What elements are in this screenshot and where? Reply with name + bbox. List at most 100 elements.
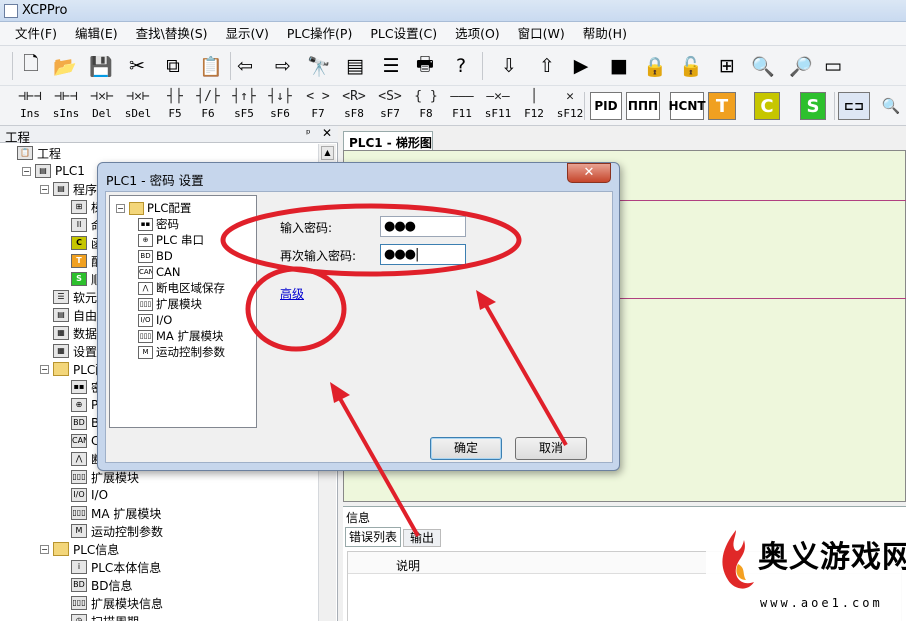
tree-item[interactable]: 📋 工程 (4, 144, 61, 162)
menu-item[interactable]: 选项(O) (446, 22, 509, 46)
new-file-icon[interactable]: 🗋 (16, 51, 46, 81)
pin-icon[interactable]: ᵖ (306, 127, 311, 140)
config-item-label: CAN (156, 265, 181, 279)
config-tree-item[interactable]: ⊕ PLC 串口 (138, 232, 204, 248)
help-icon[interactable]: ? (446, 51, 476, 81)
falling-contact-icon[interactable]: ┤↓├ sF6 (262, 88, 298, 124)
tab-output[interactable]: 输出 (403, 529, 441, 547)
tree-item[interactable]: − ▤ 程序 (40, 180, 97, 198)
panel-close-icon[interactable]: ✕ (322, 126, 332, 140)
menu-item[interactable]: 查找\替换(S) (127, 22, 217, 46)
column-header-description[interactable]: 说明 (396, 557, 420, 574)
delete-column-icon[interactable]: ⊣✕⊢ sDel (120, 88, 156, 124)
cancel-button[interactable]: 取消 (515, 437, 587, 460)
timer-button[interactable]: T (708, 92, 736, 120)
expand-toggle-icon[interactable]: − (116, 203, 125, 213)
monitor-icon[interactable]: ⊞ (712, 51, 742, 81)
stop-icon[interactable]: ■ (604, 51, 634, 81)
reset-coil-icon[interactable]: <R> sF8 (336, 88, 372, 124)
tree-item[interactable]: − PLC信息 (40, 540, 119, 558)
tree-item[interactable]: ◷ 扫描周期 (58, 612, 139, 621)
print-icon[interactable]: 🖶 (410, 51, 440, 81)
dialog-close-button[interactable]: ✕ (567, 163, 611, 183)
open-folder-icon[interactable]: 📂 (50, 51, 80, 81)
upload-icon[interactable]: ⇧ (532, 51, 562, 81)
cut-icon[interactable]: ✂ (122, 51, 152, 81)
pid-button[interactable]: PID (590, 92, 622, 120)
set-coil-icon[interactable]: <S> sF7 (372, 88, 408, 124)
tree-item-label: 扫描周期 (91, 613, 139, 621)
delete-hline-icon[interactable]: —✕— sF11 (480, 88, 516, 124)
tree-item[interactable]: ▯▯▯ 扩展模块信息 (58, 594, 163, 612)
tree-item[interactable]: − ▤ PLC1 (22, 162, 85, 180)
expand-toggle-icon[interactable]: − (22, 166, 31, 176)
nc-contact-icon[interactable]: ┤/├ F6 (190, 88, 226, 124)
tab-ladder[interactable]: PLC1 - 梯形图 (343, 131, 433, 150)
find-icon[interactable]: 🔭 (304, 51, 334, 81)
zoom-in-icon[interactable]: 🔍 (876, 91, 906, 121)
menu-item[interactable]: PLC设置(C) (361, 22, 446, 46)
save-icon[interactable]: 💾 (86, 51, 116, 81)
vline-icon[interactable]: │ F12 (516, 88, 552, 124)
tree-item[interactable]: I/O I/O (58, 486, 108, 504)
config-tree-item[interactable]: ▪▪ 密码 (138, 216, 179, 232)
download-icon[interactable]: ⇩ (494, 51, 524, 81)
tree-item[interactable]: M 运动控制参数 (58, 522, 163, 540)
config-tree-item[interactable]: CAN CAN (138, 264, 181, 280)
config-tree-item[interactable]: ▯▯▯ MA 扩展模块 (138, 328, 223, 344)
menu-item[interactable]: 编辑(E) (66, 22, 127, 46)
hline-icon[interactable]: ——— F11 (444, 88, 480, 124)
config-tree-item[interactable]: M 运动控制参数 (138, 344, 225, 360)
menu-item[interactable]: 帮助(H) (574, 22, 636, 46)
tree-item[interactable]: BD BD信息 (58, 576, 132, 594)
rising-contact-icon[interactable]: ┤↑├ sF5 (226, 88, 262, 124)
lock-icon[interactable]: 🔒 (640, 51, 670, 81)
menu-item[interactable]: 窗口(W) (509, 22, 574, 46)
hcnt-button[interactable]: HCNT (668, 92, 706, 120)
undo-arrow-icon[interactable]: ⇦ (230, 51, 260, 81)
no-contact-icon[interactable]: ┤├ F5 (157, 88, 193, 124)
vline-label: F12 (524, 107, 544, 120)
tree-item-icon: Il (71, 218, 87, 232)
scroll-up-icon[interactable]: ▲ (321, 146, 334, 160)
expand-toggle-icon[interactable]: − (40, 544, 49, 554)
delete-line-icon[interactable]: ⊣✕⊢ Del (84, 88, 120, 124)
instruction-icon[interactable]: { } F8 (408, 88, 444, 124)
insert-line-icon[interactable]: ⊣⊢⊣ Ins (12, 88, 48, 124)
counter-button[interactable]: C (754, 92, 780, 120)
redo-arrow-icon[interactable]: ⇨ (268, 51, 298, 81)
pulse-button[interactable]: ΠΠΠ (626, 92, 660, 120)
menu-item[interactable]: 文件(F) (6, 22, 66, 46)
delete-vline-icon[interactable]: ✕ sF12 (552, 88, 588, 124)
run-icon[interactable]: ▶ (566, 51, 596, 81)
config-tree-item[interactable]: BD BD (138, 248, 173, 264)
insert-column-icon[interactable]: ⊣⊢⊣ sIns (48, 88, 84, 124)
config-tree-item[interactable]: ⋀ 断电区域保存 (138, 280, 225, 296)
config-tree-item[interactable]: ▯▯▯ 扩展模块 (138, 296, 202, 312)
sequence-button[interactable]: S (800, 92, 826, 120)
menu-item[interactable]: 显示(V) (217, 22, 278, 46)
coil-icon[interactable]: < > F7 (300, 88, 336, 124)
serial-port-icon[interactable]: ▭ (818, 51, 848, 81)
zoom-window-icon[interactable]: 🔍 (748, 51, 778, 81)
tab-error-list[interactable]: 错误列表 (345, 527, 401, 547)
confirm-password-field[interactable]: ●●●| (380, 244, 466, 265)
config-tree-item[interactable]: − PLC配置 (116, 200, 191, 216)
expand-toggle-icon[interactable]: − (40, 364, 49, 374)
copy-icon[interactable]: ⧉ (158, 51, 188, 81)
config-item-icon: ⋀ (138, 281, 153, 295)
unlock-icon[interactable]: 🔓 (676, 51, 706, 81)
ladder-view-icon[interactable]: ▤ (340, 51, 370, 81)
expand-toggle-icon[interactable]: − (40, 184, 49, 194)
zoom-doc-icon[interactable]: 🔎 (786, 51, 816, 81)
tree-item[interactable]: ▯▯▯ MA 扩展模块 (58, 504, 161, 522)
menu-item[interactable]: PLC操作(P) (278, 22, 362, 46)
config-tree-item[interactable]: I/O I/O (138, 312, 172, 328)
tree-item[interactable]: i PLC本体信息 (58, 558, 161, 576)
paste-icon[interactable]: 📋 (196, 51, 226, 81)
password-field[interactable]: ●●● (380, 216, 466, 237)
advanced-link[interactable]: 高级 (280, 285, 304, 302)
ok-button[interactable]: 确定 (430, 437, 502, 460)
insert-window-icon[interactable]: ⊏⊐ (838, 92, 870, 120)
instruction-list-icon[interactable]: ☰ (376, 51, 406, 81)
